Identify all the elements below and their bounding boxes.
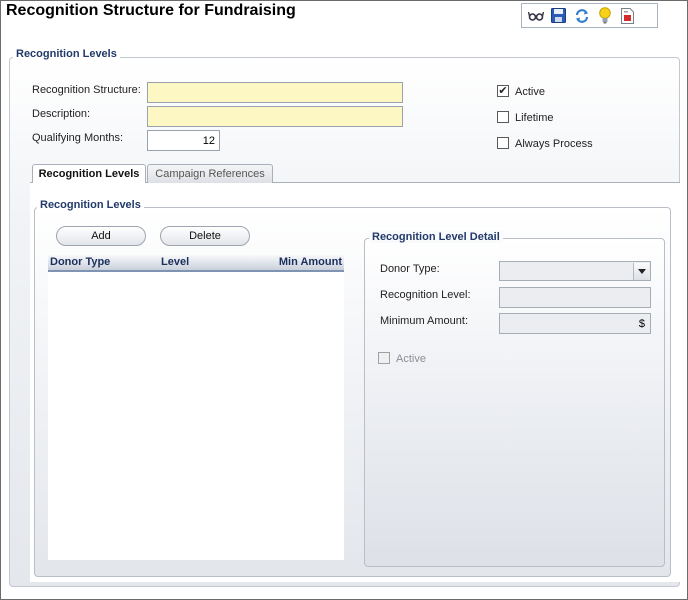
column-header-level[interactable]: Level [161,256,189,268]
detail-active-checkbox[interactable] [378,352,390,364]
recognition-structure-input[interactable] [147,82,403,103]
minimum-amount-label: Minimum Amount: [380,315,469,327]
column-header-min-amount[interactable]: Min Amount [279,256,342,268]
detail-active-label: Active [396,353,426,365]
recognition-levels-grid: Donor Type Level Min Amount [48,255,344,560]
description-input[interactable] [147,106,403,127]
active-checkbox[interactable]: ✔ [497,85,509,97]
tab-recognition-levels[interactable]: Recognition Levels [32,164,146,183]
grid-header: Donor Type Level Min Amount [48,255,344,272]
donor-type-label: Donor Type: [380,263,440,275]
minimum-amount-input[interactable] [499,313,651,334]
dropdown-arrow-button[interactable] [633,263,649,280]
report-icon[interactable] [616,5,639,26]
page-title: Recognition Structure for Fundraising [6,2,296,19]
refresh-icon[interactable] [570,5,593,26]
recognition-level-detail-legend: Recognition Level Detail [369,231,503,243]
lightbulb-icon[interactable] [593,5,616,26]
chevron-down-icon [637,269,646,274]
recognition-structure-label: Recognition Structure: [32,84,141,96]
delete-button[interactable]: Delete [160,226,250,246]
donor-type-dropdown[interactable] [499,261,651,281]
recognition-structure-window: Recognition Structure for Fundraising Re… [0,0,688,600]
recognition-level-label: Recognition Level: [380,289,471,301]
add-button[interactable]: Add [56,226,146,246]
active-label: Active [515,86,545,98]
recognition-levels-inner-legend: Recognition Levels [37,199,144,211]
lifetime-checkbox[interactable] [497,111,509,123]
column-header-donor-type[interactable]: Donor Type [50,256,110,268]
description-label: Description: [32,108,91,120]
lifetime-label: Lifetime [515,112,554,124]
checkmark-icon: ✔ [498,84,508,97]
qualifying-months-label: Qualifying Months: [32,132,124,144]
toolbar [521,3,658,28]
qualifying-months-input[interactable] [147,130,220,151]
always-process-checkbox[interactable] [497,137,509,149]
glasses-icon[interactable] [524,5,547,26]
recognition-level-input[interactable] [499,287,651,308]
always-process-label: Always Process [515,138,593,150]
save-icon[interactable] [547,5,570,26]
tab-campaign-references[interactable]: Campaign References [147,164,273,183]
recognition-levels-legend: Recognition Levels [13,48,120,60]
